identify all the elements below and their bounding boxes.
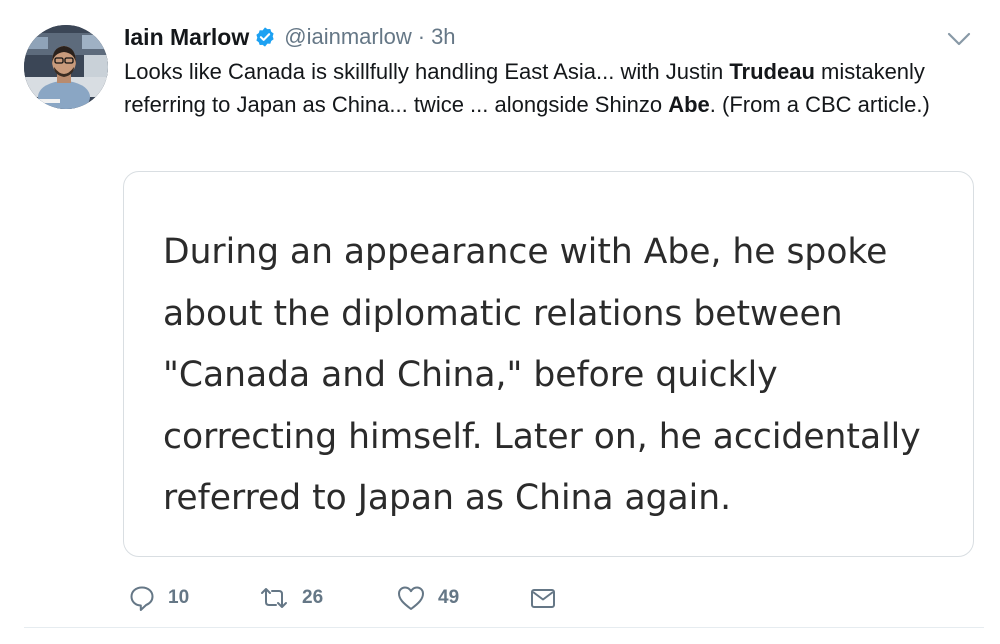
tweet-text-part: . (From a CBC article.)	[709, 92, 930, 117]
direct-message-button[interactable]	[529, 578, 557, 618]
tweet-header: Iain Marlow @iainmarlow · 3h	[124, 22, 456, 52]
retweet-icon	[258, 584, 290, 612]
quote-line: about the diplomatic relations between	[163, 293, 843, 334]
like-count: 49	[438, 587, 460, 608]
retweet-count: 26	[302, 587, 324, 608]
tweet-text: Looks like Canada is skillfully handling…	[124, 55, 984, 121]
avatar[interactable]	[24, 25, 108, 109]
separator-dot: ·	[417, 24, 426, 49]
author-name[interactable]: Iain Marlow	[124, 24, 249, 51]
reply-icon	[128, 584, 156, 612]
retweet-button[interactable]: 26	[258, 578, 323, 618]
quote-card[interactable]: During an appearance with Abe, he spoke …	[123, 171, 974, 557]
quote-line: During an appearance with Abe, he spoke	[163, 232, 888, 272]
like-button[interactable]: 49	[396, 578, 459, 618]
reply-count: 10	[168, 587, 190, 608]
tweet: Iain Marlow @iainmarlow · 3h Looks like …	[0, 0, 1000, 644]
quote-line: "Canada and China," before quickly	[163, 355, 778, 395]
timestamp[interactable]: 3h	[431, 24, 455, 50]
chevron-down-icon[interactable]	[946, 30, 972, 48]
divider	[24, 627, 984, 628]
tweet-actions: 10 26 49	[0, 578, 1000, 618]
reply-button[interactable]: 10	[128, 578, 189, 618]
quote-line: correcting himself. Later on, he acciden…	[163, 416, 921, 457]
tweet-text-part: Looks like Canada is skillfully handling…	[124, 59, 730, 84]
tweet-text-bold-trudeau: Trudeau	[729, 59, 815, 84]
quote-line: referred to Japan as China again.	[163, 478, 732, 518]
tweet-text-bold-abe: Abe	[668, 92, 710, 117]
verified-badge-icon	[254, 26, 276, 48]
author-handle[interactable]: @iainmarlow	[284, 24, 411, 50]
heart-icon	[396, 584, 426, 612]
quote-text: During an appearance with Abe, he spoke …	[163, 222, 953, 530]
envelope-icon	[529, 584, 557, 612]
